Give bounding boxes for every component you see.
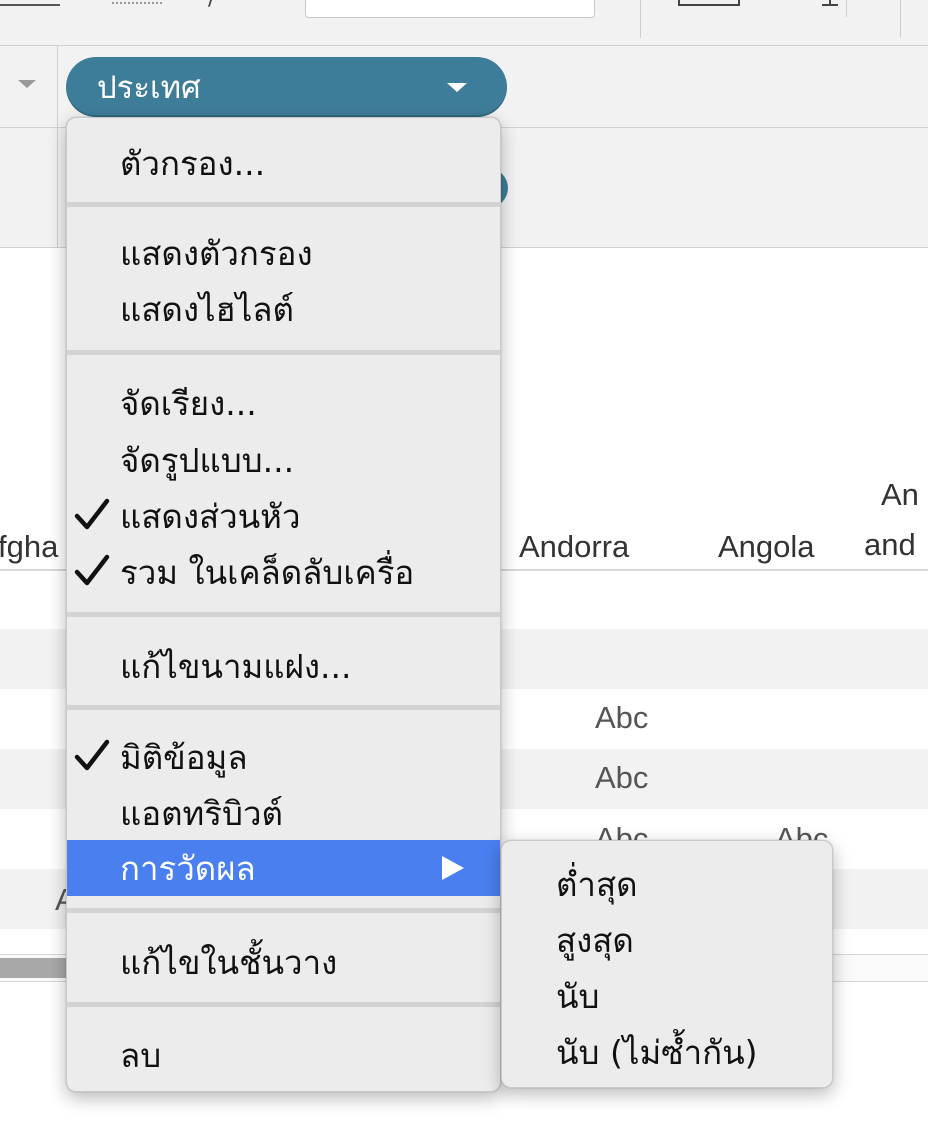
column-header[interactable]: fgha	[0, 529, 58, 565]
field-context-menu: ตัวกรอง... แสดงตัวกรอง แสดงไฮไลต์ จัดเรี…	[66, 117, 501, 1092]
submenu-item-count[interactable]: นับ	[502, 968, 832, 1024]
layout-icon[interactable]	[678, 0, 740, 6]
submenu-item-label: ต่ำสุด	[556, 864, 638, 904]
column-header[interactable]: Andorra	[519, 529, 629, 565]
menu-item-label: แสดงไฮไลต์	[120, 289, 294, 329]
menu-separator	[67, 350, 500, 355]
toolbar-separator	[900, 0, 901, 38]
toolbar-dropdown[interactable]	[305, 0, 847, 18]
toolbar-slash-icon[interactable]: /	[208, 0, 215, 11]
menu-item-label: แสดงส่วนหัว	[120, 496, 301, 536]
toolbar-dotted-control[interactable]	[112, 0, 162, 4]
menu-item-dimension[interactable]: มิติข้อมูล	[67, 729, 500, 785]
menu-item-measure[interactable]: การวัดผล	[67, 840, 500, 896]
menu-item-remove[interactable]: ลบ	[67, 1027, 500, 1083]
menu-item-show-header[interactable]: แสดงส่วนหัว	[67, 488, 500, 544]
menu-item-label: มิติข้อมูล	[120, 737, 248, 777]
menu-item-label: แก้ไขนามแฝง...	[120, 646, 352, 686]
app-window: / ประเทศ fgha Andorra Angola An and Abc …	[0, 0, 928, 1143]
column-header[interactable]: An	[881, 477, 919, 513]
toolbar-control[interactable]	[0, 0, 60, 6]
toolbar-separator	[640, 0, 641, 38]
submenu-item-maximum[interactable]: สูงสุด	[502, 912, 832, 968]
checkmark-icon	[74, 739, 110, 771]
menu-item-label: แสดงตัวกรอง	[120, 233, 313, 273]
caret-down-icon[interactable]	[447, 83, 467, 92]
submenu-item-label: นับ	[556, 976, 600, 1016]
submenu-item-minimum[interactable]: ต่ำสุด	[502, 856, 832, 912]
menu-item-show-highlight[interactable]: แสดงไฮไลต์	[67, 281, 500, 337]
menu-item-filter[interactable]: ตัวกรอง...	[67, 135, 500, 191]
menu-item-label: จัดรูปแบบ...	[120, 440, 295, 480]
menu-item-label: แอตทริบิวต์	[120, 793, 283, 833]
menu-item-label: การวัดผล	[120, 848, 256, 888]
menu-item-label: ลบ	[120, 1035, 162, 1075]
pill-label: ประเทศ	[97, 70, 201, 106]
table-cell[interactable]: Abc	[595, 760, 648, 796]
menu-item-label: รวม ในเคล็ดลับเครื่อ	[120, 552, 415, 592]
menu-item-show-filter[interactable]: แสดงตัวกรอง	[67, 225, 500, 281]
menu-item-edit-alias[interactable]: แก้ไขนามแฝง...	[67, 638, 500, 694]
submenu-item-label: สูงสุด	[556, 920, 634, 960]
menu-separator	[67, 612, 500, 617]
toolbar: /	[0, 0, 928, 46]
scrollbar-thumb[interactable]	[0, 958, 66, 978]
measure-submenu: ต่ำสุด สูงสุด นับ นับ (ไม่ซ้ำกัน)	[501, 840, 833, 1088]
menu-item-attribute[interactable]: แอตทริบิวต์	[67, 785, 500, 841]
shelf-divider	[57, 46, 58, 248]
triangle-right-icon	[442, 856, 464, 880]
toolbar-dropdown-divider	[846, 0, 847, 17]
submenu-item-count-distinct[interactable]: นับ (ไม่ซ้ำกัน)	[502, 1024, 832, 1080]
menu-item-label: จัดเรียง...	[120, 383, 257, 423]
menu-item-format[interactable]: จัดรูปแบบ...	[67, 432, 500, 488]
menu-separator	[67, 705, 500, 710]
menu-separator	[67, 202, 500, 207]
menu-separator	[67, 908, 500, 913]
menu-item-label: ตัวกรอง...	[120, 143, 266, 183]
column-header[interactable]: Angola	[718, 529, 815, 565]
menu-item-include-tooltip[interactable]: รวม ในเคล็ดลับเครื่อ	[67, 544, 500, 600]
sort-icon[interactable]	[818, 0, 842, 8]
column-header[interactable]: and	[864, 527, 916, 563]
checkmark-icon	[74, 498, 110, 530]
menu-separator	[67, 1002, 500, 1007]
submenu-item-label: นับ (ไม่ซ้ำกัน)	[556, 1032, 758, 1072]
chevron-down-icon[interactable]	[18, 80, 36, 88]
country-field-pill[interactable]: ประเทศ	[66, 57, 507, 117]
menu-item-sort[interactable]: จัดเรียง...	[67, 375, 500, 431]
table-cell[interactable]: Abc	[595, 700, 648, 736]
menu-item-label: แก้ไขในชั้นวาง	[120, 942, 338, 982]
checkmark-icon	[74, 554, 110, 586]
menu-item-edit-in-shelf[interactable]: แก้ไขในชั้นวาง	[67, 934, 500, 990]
